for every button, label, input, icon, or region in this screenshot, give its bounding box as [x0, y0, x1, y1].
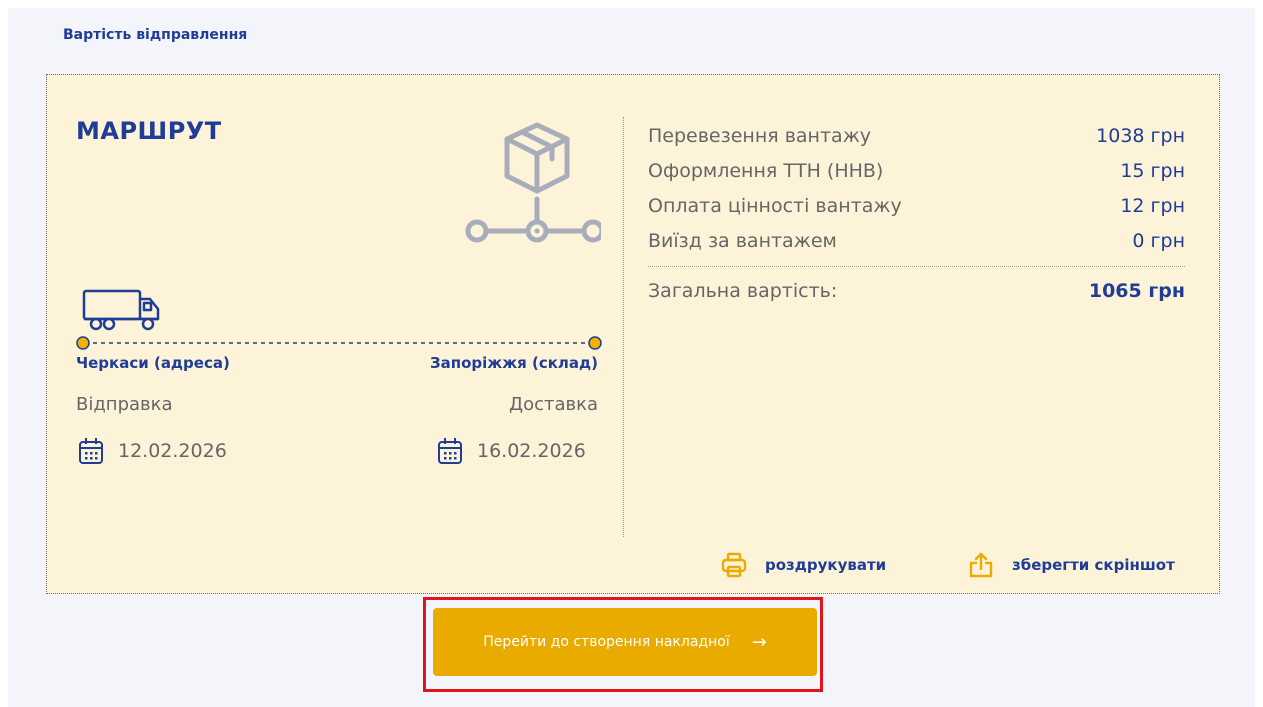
printer-icon [721, 552, 747, 578]
cost-label: Перевезення вантажу [648, 125, 872, 147]
cost-label: Оформлення ТТН (ННВ) [648, 160, 884, 182]
departure-date: 12.02.2026 [78, 436, 227, 466]
arrow-right-icon: → [751, 631, 767, 653]
total-value: 1065 грн [1088, 280, 1185, 302]
route-title: МАРШРУТ [76, 117, 222, 145]
cost-value: 12 грн [1120, 195, 1185, 217]
cost-label: Виїзд за вантажем [648, 230, 837, 252]
save-screenshot-label: зберегти скріншот [1012, 556, 1175, 574]
destination-city: Запоріжжя (склад) [429, 354, 598, 372]
departure-label: Відправка [76, 394, 173, 415]
cost-row-waybill: Оформлення ТТН (ННВ) 15 грн [648, 154, 1185, 189]
delivery-date-value: 16.02.2026 [477, 440, 586, 462]
cost-value: 0 грн [1132, 230, 1185, 252]
save-screenshot-button[interactable]: зберегти скріншот [968, 550, 1175, 580]
calendar-icon [438, 438, 462, 464]
calendar-icon [79, 438, 103, 464]
total-label: Загальна вартість: [648, 280, 838, 302]
route-cost-card: МАРШРУТ Черкаси (адреса) Запоріжжя (скла… [46, 74, 1220, 594]
cost-row-insurance: Оплата цінності вантажу 12 грн [648, 189, 1185, 224]
cost-breakdown: Перевезення вантажу 1038 грн Оформлення … [648, 119, 1185, 309]
share-upload-icon [969, 552, 993, 578]
create-waybill-label: Перейти до створення накладної [483, 634, 730, 650]
create-waybill-button[interactable]: Перейти до створення накладної → [433, 608, 817, 676]
origin-city: Черкаси (адреса) [76, 354, 230, 372]
print-label: роздрукувати [765, 556, 887, 574]
delivery-label: Доставка [509, 394, 598, 415]
section-title: Вартість відправлення [63, 27, 248, 43]
cost-row-transport: Перевезення вантажу 1038 грн [648, 119, 1185, 154]
cost-row-pickup: Виїзд за вантажем 0 грн [648, 224, 1185, 259]
cost-value: 1038 грн [1096, 125, 1185, 147]
cost-separator [648, 266, 1185, 267]
route-progress-line [76, 336, 602, 350]
total-row: Загальна вартість: 1065 грн [648, 273, 1185, 309]
delivery-date: 16.02.2026 [437, 436, 586, 466]
cost-value: 15 грн [1120, 160, 1185, 182]
print-button[interactable]: роздрукувати [721, 550, 886, 580]
cost-label: Оплата цінності вантажу [648, 195, 902, 217]
package-route-icon [465, 122, 601, 243]
truck-icon [82, 289, 160, 331]
departure-date-value: 12.02.2026 [118, 440, 227, 462]
vertical-divider [623, 117, 624, 537]
